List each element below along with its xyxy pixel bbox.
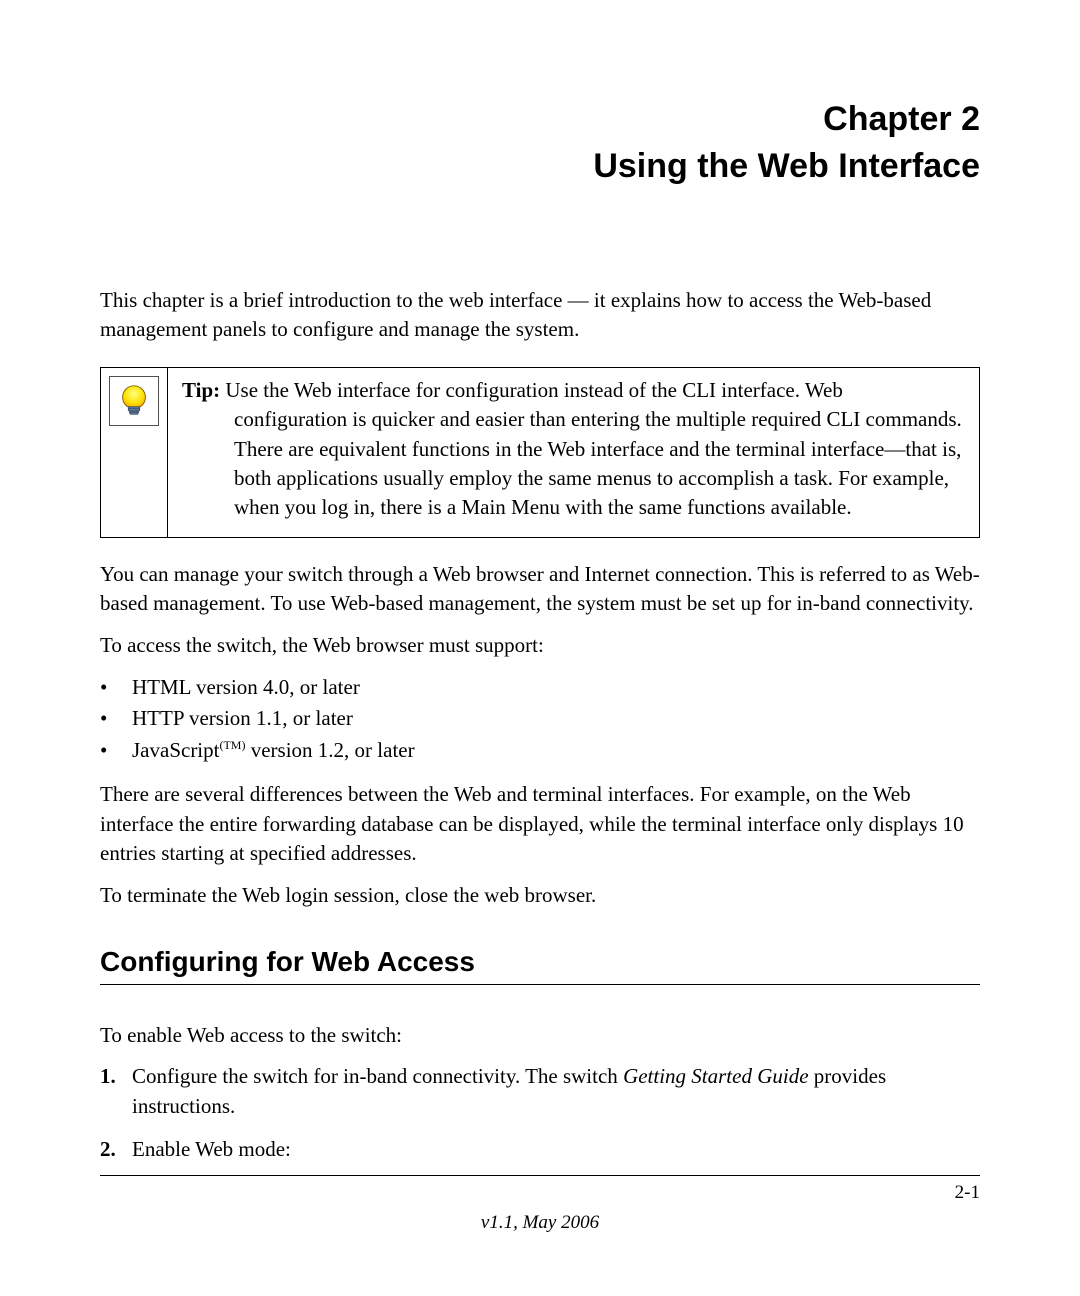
- tip-first-line: Use the Web interface for configuration …: [220, 378, 843, 402]
- lightbulb-icon: [109, 376, 159, 426]
- step-item: Configure the switch for in-band connect…: [100, 1062, 980, 1121]
- web-management-paragraph: You can manage your switch through a Web…: [100, 560, 980, 619]
- step1-prefix: Configure the switch for in-band connect…: [132, 1064, 623, 1088]
- browser-support-paragraph: To access the switch, the Web browser mu…: [100, 631, 980, 660]
- footer-separator: [100, 1175, 980, 1176]
- section-rule: [100, 984, 980, 985]
- list-item: HTTP version 1.1, or later: [100, 703, 980, 735]
- differences-paragraph: There are several differences between th…: [100, 780, 980, 868]
- version-info: v1.1, May 2006: [0, 1212, 1080, 1234]
- tip-continuation: configuration is quicker and easier than…: [182, 405, 965, 523]
- step-item: Enable Web mode:: [100, 1135, 980, 1164]
- tip-icon-cell: [101, 368, 168, 537]
- page-number: 2-1: [955, 1182, 980, 1204]
- js-suffix: version 1.2, or later: [245, 738, 414, 762]
- enable-paragraph: To enable Web access to the switch:: [100, 1021, 980, 1050]
- tip-content: Tip: Use the Web interface for configura…: [168, 368, 979, 537]
- intro-paragraph: This chapter is a brief introduction to …: [100, 286, 980, 345]
- tip-label: Tip:: [182, 378, 220, 402]
- browser-requirements-list: HTML version 4.0, or later HTTP version …: [100, 672, 980, 767]
- list-item: HTML version 4.0, or later: [100, 672, 980, 704]
- step1-italic: Getting Started Guide: [623, 1064, 808, 1088]
- tip-box: Tip: Use the Web interface for configura…: [100, 367, 980, 538]
- steps-list: Configure the switch for in-band connect…: [100, 1062, 980, 1164]
- list-item: JavaScript(TM) version 1.2, or later: [100, 735, 980, 767]
- js-prefix: JavaScript: [132, 738, 219, 762]
- chapter-header: Chapter 2 Using the Web Interface: [100, 100, 980, 186]
- chapter-title: Using the Web Interface: [100, 147, 980, 186]
- terminate-paragraph: To terminate the Web login session, clos…: [100, 881, 980, 910]
- section-heading: Configuring for Web Access: [100, 946, 980, 978]
- tm-superscript: (TM): [219, 738, 245, 752]
- chapter-number: Chapter 2: [100, 100, 980, 139]
